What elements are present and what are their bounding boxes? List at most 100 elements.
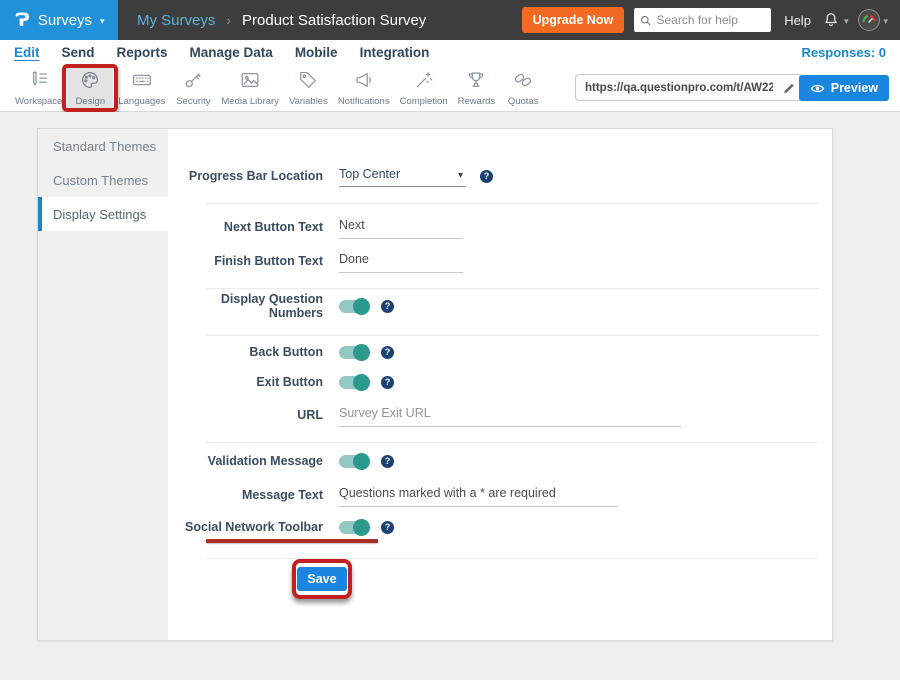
survey-url-input[interactable] <box>576 82 776 94</box>
tab-mobile[interactable]: Mobile <box>295 45 338 60</box>
responses-count[interactable]: Responses: 0 <box>801 45 886 60</box>
design-palette-icon <box>79 69 101 91</box>
design-sidebar: Standard Themes Custom Themes Display Se… <box>38 129 168 640</box>
tab-integration[interactable]: Integration <box>360 45 430 60</box>
toolbar-design[interactable]: Design <box>67 64 113 111</box>
sidebar-item-custom-themes[interactable]: Custom Themes <box>38 163 168 197</box>
help-link[interactable]: Help <box>784 13 811 28</box>
search-input[interactable] <box>656 13 765 27</box>
exit-button-toggle[interactable] <box>339 376 368 389</box>
toolbar-label: Rewards <box>458 96 496 107</box>
tab-manage-data[interactable]: Manage Data <box>190 45 273 60</box>
row-message-text: Message Text <box>168 481 818 509</box>
help-icon[interactable] <box>381 455 394 468</box>
search-icon <box>640 14 651 27</box>
back-button-toggle[interactable] <box>339 346 368 359</box>
toggle-knob <box>353 519 370 536</box>
media-library-image-icon <box>239 69 261 91</box>
select-value: Top Center <box>339 167 400 181</box>
row-exit-url: URL <box>168 401 818 429</box>
toggle-knob <box>353 453 370 470</box>
help-icon[interactable] <box>381 346 394 359</box>
toggle-knob <box>353 344 370 361</box>
eye-icon <box>810 83 825 94</box>
breadcrumb-my-surveys[interactable]: My Surveys <box>137 12 215 29</box>
bell-icon <box>821 10 841 30</box>
row-social-network-toolbar: Social Network Toolbar <box>168 517 818 537</box>
help-icon[interactable] <box>480 170 493 183</box>
finish-button-text-input[interactable] <box>339 250 463 273</box>
toolbar-languages[interactable]: Languages <box>113 64 170 111</box>
display-question-numbers-toggle[interactable] <box>339 300 368 313</box>
section-divider <box>206 288 819 289</box>
toolbar-label: Design <box>76 96 106 107</box>
field-label: Message Text <box>168 488 339 502</box>
product-menu[interactable]: Ɂ Surveys <box>0 0 118 40</box>
row-progress-bar-location: Progress Bar Location Top Center <box>168 163 818 189</box>
message-text-input[interactable] <box>339 484 618 507</box>
account-menu[interactable] <box>858 9 888 31</box>
field-label: Finish Button Text <box>168 254 339 268</box>
page-title: Product Satisfaction Survey <box>242 12 426 29</box>
avatar <box>858 9 880 31</box>
toolbar-label: Variables <box>289 96 328 107</box>
toolbar-workspace[interactable]: Workspace <box>10 64 67 111</box>
preview-label: Preview <box>831 81 878 95</box>
pencil-icon <box>782 80 797 95</box>
preview-button[interactable]: Preview <box>799 75 889 101</box>
section-divider <box>206 203 819 204</box>
chevron-down-icon <box>844 11 849 29</box>
tab-reports[interactable]: Reports <box>117 45 168 60</box>
product-menu-label: Surveys <box>38 12 92 29</box>
row-next-button-text: Next Button Text <box>168 213 818 241</box>
toolbar-security[interactable]: Security <box>170 64 216 111</box>
rewards-trophy-icon <box>465 69 487 91</box>
chevron-down-icon <box>883 11 888 29</box>
toolbar-media-library[interactable]: Media Library <box>216 64 284 111</box>
annotation-underline-social-toolbar <box>206 539 378 543</box>
variables-tag-icon <box>297 69 319 91</box>
edit-toolbar: Workspace Design Languages Security Medi… <box>0 64 900 112</box>
toolbar-notifications[interactable]: Notifications <box>333 64 395 111</box>
survey-nav: Edit Send Reports Manage Data Mobile Int… <box>0 40 900 64</box>
annotation-box-save: Save <box>292 559 352 599</box>
help-icon[interactable] <box>381 376 394 389</box>
help-icon[interactable] <box>381 521 394 534</box>
tab-send[interactable]: Send <box>62 45 95 60</box>
section-divider <box>206 442 819 443</box>
upgrade-now-button[interactable]: Upgrade Now <box>522 7 625 33</box>
chevron-down-icon <box>100 11 105 29</box>
toolbar-rewards[interactable]: Rewards <box>453 64 501 111</box>
toolbar-variables[interactable]: Variables <box>284 64 333 111</box>
section-divider <box>206 335 819 336</box>
help-search-box[interactable] <box>634 8 771 32</box>
display-settings-panel: Standard Themes Custom Themes Display Se… <box>37 128 833 641</box>
sidebar-item-display-settings[interactable]: Display Settings <box>38 197 168 231</box>
validation-message-toggle[interactable] <box>339 455 368 468</box>
notifications-bell-menu[interactable] <box>821 10 849 30</box>
security-key-icon <box>182 69 204 91</box>
toolbar-label: Completion <box>400 96 448 107</box>
tab-edit[interactable]: Edit <box>14 45 40 60</box>
field-label: Validation Message <box>168 454 339 468</box>
social-network-toolbar-toggle[interactable] <box>339 521 368 534</box>
toolbar-quotas[interactable]: Quotas <box>500 64 546 111</box>
save-button[interactable]: Save <box>297 567 346 591</box>
progress-bar-location-select[interactable]: Top Center <box>339 165 466 187</box>
sidebar-item-standard-themes[interactable]: Standard Themes <box>38 129 168 163</box>
row-display-question-numbers: Display Question Numbers <box>168 296 818 316</box>
workspace-icon <box>28 69 50 91</box>
breadcrumb: My Surveys › Product Satisfaction Survey <box>137 12 426 29</box>
survey-exit-url-input[interactable] <box>339 404 681 427</box>
field-label: Progress Bar Location <box>168 169 339 183</box>
next-button-text-input[interactable] <box>339 216 463 239</box>
survey-url-box <box>575 74 803 101</box>
languages-keyboard-icon <box>131 69 153 91</box>
help-icon[interactable] <box>381 300 394 313</box>
notifications-megaphone-icon <box>353 69 375 91</box>
field-label: Next Button Text <box>168 220 339 234</box>
field-label: Exit Button <box>168 375 339 389</box>
gauge-avatar-icon <box>858 9 880 31</box>
toggle-knob <box>353 374 370 391</box>
toolbar-completion[interactable]: Completion <box>395 64 453 111</box>
